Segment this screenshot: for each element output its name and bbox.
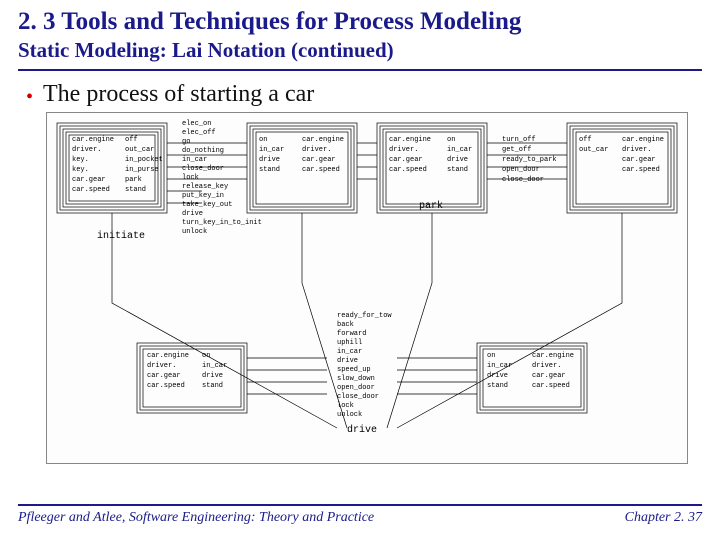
footer-rule — [18, 504, 702, 506]
action: elec_off — [182, 130, 216, 138]
cell: car.engine — [389, 137, 431, 145]
cell: car.gear — [302, 157, 336, 165]
action: unlock — [182, 229, 207, 237]
cell: in_purse — [125, 167, 159, 175]
diagram-connectors — [47, 113, 687, 463]
cell: off — [125, 137, 138, 145]
lai-notation-diagram: initiate park drive car.engine off drive… — [46, 112, 688, 464]
cell: on — [447, 137, 455, 145]
cell: in_car — [447, 147, 472, 155]
cell: car.engine — [302, 137, 344, 145]
action: drive — [337, 358, 358, 366]
cell: driver. — [147, 363, 176, 371]
cell: car.speed — [389, 167, 427, 175]
action: ready_for_tow — [337, 313, 392, 321]
action: in_car — [337, 349, 362, 357]
cell: car.engine — [622, 137, 664, 145]
state-label-park: park — [419, 201, 443, 212]
cell: stand — [447, 167, 468, 175]
bullet-item: • The process of starting a car — [26, 81, 702, 108]
cell: car.gear — [389, 157, 423, 165]
cell: out_car — [125, 147, 154, 155]
action: lock — [337, 403, 354, 411]
action: drive — [182, 211, 203, 219]
cell: key. — [72, 157, 89, 165]
cell: car.engine — [147, 353, 189, 361]
action: close_door — [337, 394, 379, 402]
cell: driver. — [389, 147, 418, 155]
cell: on — [202, 353, 210, 361]
cell: park — [125, 177, 142, 185]
cell: driver. — [622, 147, 651, 155]
bullet-text: The process of starting a car — [43, 81, 314, 108]
cell: in_car — [487, 363, 512, 371]
cell: car.gear — [532, 373, 566, 381]
bullet-dot-icon: • — [26, 87, 33, 107]
slide-footer: Pfleeger and Atlee, Software Engineering… — [18, 504, 702, 526]
action: close_door — [182, 166, 224, 174]
cell: car.speed — [622, 167, 660, 175]
action: lock — [182, 175, 199, 183]
action: get_off — [502, 147, 531, 155]
cell: driver. — [72, 147, 101, 155]
action: slow_down — [337, 376, 375, 384]
action: close_door — [502, 177, 544, 185]
cell: car.speed — [532, 383, 570, 391]
cell: out_car — [579, 147, 608, 155]
cell: driver. — [532, 363, 561, 371]
cell: car.gear — [72, 177, 106, 185]
slide-subtitle: Static Modeling: Lai Notation (continued… — [18, 38, 702, 63]
action: take_key_out — [182, 202, 232, 210]
state-label-drive: drive — [347, 425, 377, 436]
cell: drive — [202, 373, 223, 381]
action: in_car — [182, 157, 207, 165]
action: turn_key_in_to_init — [182, 220, 262, 228]
cell: car.speed — [147, 383, 185, 391]
cell: stand — [125, 187, 146, 195]
cell: car.gear — [622, 157, 656, 165]
action: elec_on — [182, 121, 211, 129]
action: release_key — [182, 184, 228, 192]
action: back — [337, 322, 354, 330]
action: forward — [337, 331, 366, 339]
footer-left: Pfleeger and Atlee, Software Engineering… — [18, 510, 374, 526]
cell: car.gear — [147, 373, 181, 381]
cell: car.engine — [532, 353, 574, 361]
action: open_door — [502, 167, 540, 175]
cell: on — [259, 137, 267, 145]
cell: stand — [259, 167, 280, 175]
cell: car.engine — [72, 137, 114, 145]
cell: drive — [447, 157, 468, 165]
action: go — [182, 139, 190, 147]
footer-right: Chapter 2. 37 — [625, 510, 702, 526]
slide: 2. 3 Tools and Techniques for Process Mo… — [0, 0, 720, 540]
cell: car.speed — [302, 167, 340, 175]
action: ready_to_park — [502, 157, 557, 165]
action: put_key_in — [182, 193, 224, 201]
cell: key. — [72, 167, 89, 175]
cell: driver. — [302, 147, 331, 155]
state-label-initiate: initiate — [97, 231, 145, 242]
action: turn_off — [502, 137, 536, 145]
cell: on — [487, 353, 495, 361]
cell: in_pocket — [125, 157, 163, 165]
cell: stand — [202, 383, 223, 391]
cell: drive — [259, 157, 280, 165]
action: do_nothing — [182, 148, 224, 156]
title-rule — [18, 69, 702, 71]
cell: drive — [487, 373, 508, 381]
cell: in_car — [202, 363, 227, 371]
slide-title: 2. 3 Tools and Techniques for Process Mo… — [18, 8, 702, 36]
cell: stand — [487, 383, 508, 391]
action: open_door — [337, 385, 375, 393]
cell: car.speed — [72, 187, 110, 195]
action: uphill — [337, 340, 362, 348]
action: unlock — [337, 412, 362, 420]
action: speed_up — [337, 367, 371, 375]
cell: off — [579, 137, 592, 145]
cell: in_car — [259, 147, 284, 155]
